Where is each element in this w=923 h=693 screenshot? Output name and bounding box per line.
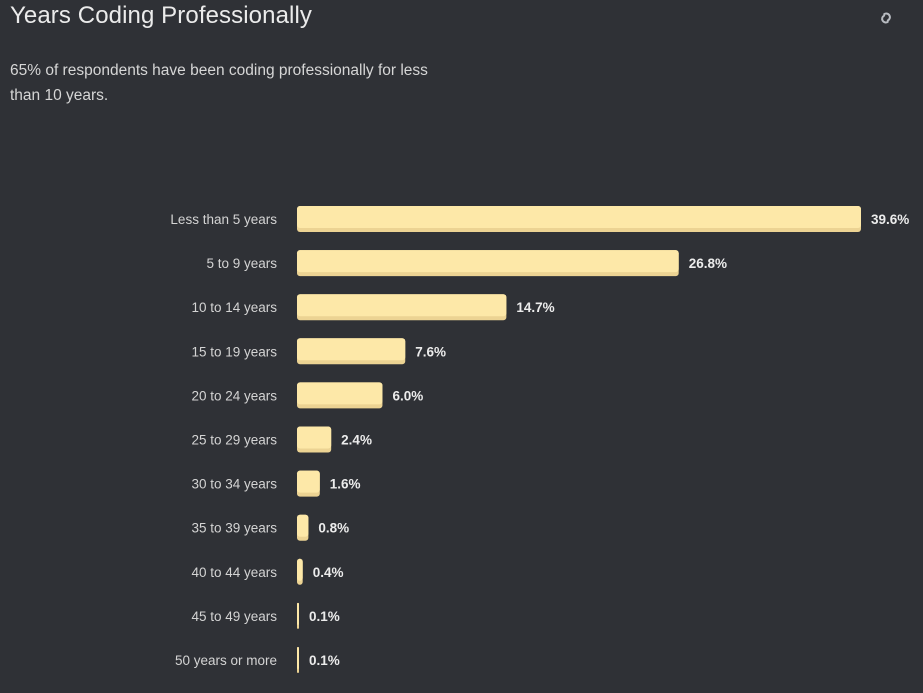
value-label: 7.6%	[415, 344, 446, 359]
bar[interactable]	[297, 338, 406, 361]
value-label: 39.6%	[871, 212, 909, 227]
category-label: 30 to 34 years	[191, 477, 277, 492]
category-label: 15 to 19 years	[191, 344, 277, 359]
bar-row: 15 to 19 years 7.6%	[191, 338, 446, 365]
bar-row: 20 to 24 years 6.0%	[191, 382, 423, 409]
category-label: 10 to 14 years	[191, 300, 277, 315]
bar[interactable]	[297, 426, 332, 449]
value-label: 14.7%	[516, 300, 554, 315]
bar[interactable]	[297, 382, 383, 405]
value-label: 1.6%	[330, 477, 361, 492]
category-label: 25 to 29 years	[191, 433, 277, 448]
value-label: 2.4%	[341, 433, 372, 448]
bar-row: 45 to 49 years 0.1%	[191, 602, 340, 629]
bar-row: 30 to 34 years 1.6%	[191, 470, 361, 497]
category-label: 20 to 24 years	[191, 388, 277, 403]
bar[interactable]	[297, 514, 309, 537]
value-label: 0.1%	[309, 609, 340, 624]
bar[interactable]	[297, 294, 507, 317]
bar-row: Less than 5 years 39.6%	[170, 206, 909, 232]
bar-row: 40 to 44 years 0.4%	[191, 558, 344, 585]
category-label: Less than 5 years	[170, 212, 277, 227]
bar-row: 5 to 9 years 26.8%	[206, 250, 727, 277]
value-label: 0.4%	[313, 565, 344, 580]
bar-row: 25 to 29 years 2.4%	[191, 426, 372, 453]
value-label: 0.1%	[309, 653, 340, 668]
bar[interactable]	[297, 602, 299, 625]
category-label: 45 to 49 years	[191, 609, 277, 624]
bar-row: 10 to 14 years 14.7%	[191, 294, 555, 321]
value-label: 26.8%	[689, 256, 727, 271]
value-label: 6.0%	[392, 388, 423, 403]
bars-layer: Less than 5 years 39.6% 5 to 9 years 26.8% 1…	[170, 206, 909, 673]
bar[interactable]	[297, 647, 299, 669]
bar-chart: Less than 5 years 39.6% 5 to 9 years 26.8% 1…	[170, 206, 909, 673]
bar[interactable]	[297, 206, 861, 228]
bar[interactable]	[297, 558, 303, 581]
bar[interactable]	[297, 250, 679, 273]
bar-row: 50 years or more 0.1%	[175, 647, 340, 673]
category-label: 35 to 39 years	[191, 521, 277, 536]
value-label: 0.8%	[318, 521, 349, 536]
category-label: 50 years or more	[175, 653, 277, 668]
bar[interactable]	[297, 470, 320, 493]
category-label: 5 to 9 years	[206, 256, 277, 271]
bar-row: 35 to 39 years 0.8%	[191, 514, 349, 541]
category-label: 40 to 44 years	[191, 565, 277, 580]
